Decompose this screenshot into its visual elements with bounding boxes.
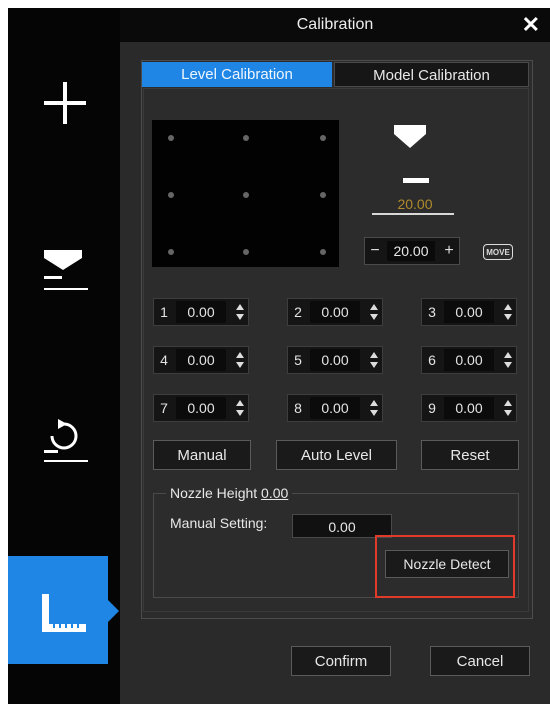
point-field-6: 6 0.00 bbox=[421, 346, 517, 374]
manual-setting-label: Manual Setting: bbox=[170, 515, 268, 531]
move-button[interactable]: MOVE bbox=[483, 244, 513, 260]
spin-arrows-icon[interactable] bbox=[370, 304, 378, 320]
spin-arrows-icon[interactable] bbox=[504, 400, 512, 416]
bed-level-icon bbox=[403, 178, 429, 183]
spin-arrows-icon[interactable] bbox=[236, 400, 244, 416]
top-margin bbox=[0, 0, 550, 8]
point-index: 4 bbox=[160, 352, 168, 368]
bed-preview bbox=[152, 120, 339, 267]
level-ruler-icon[interactable] bbox=[38, 590, 90, 638]
point-index: 2 bbox=[294, 304, 302, 320]
point-value-input[interactable]: 0.00 bbox=[444, 301, 494, 323]
nozzle-height-label: Nozzle Height bbox=[170, 485, 258, 501]
point-field-3: 3 0.00 bbox=[421, 298, 517, 326]
nozzle-icon bbox=[394, 125, 426, 148]
nozzle-height-legend: Nozzle Height 0.00 bbox=[166, 485, 293, 501]
point-value-input[interactable]: 0.00 bbox=[444, 349, 494, 371]
point-field-9: 9 0.00 bbox=[421, 394, 517, 422]
point-field-1: 1 0.00 bbox=[153, 298, 249, 326]
tab-model-calibration[interactable]: Model Calibration bbox=[334, 62, 529, 87]
spin-arrows-icon[interactable] bbox=[370, 352, 378, 368]
probe-point-dot bbox=[243, 249, 249, 255]
spin-arrows-icon[interactable] bbox=[236, 304, 244, 320]
height-stepper: − 20.00 + bbox=[364, 237, 460, 265]
increase-button[interactable]: + bbox=[439, 238, 459, 264]
reset-button[interactable]: Reset bbox=[421, 440, 519, 470]
point-value-input[interactable]: 0.00 bbox=[176, 397, 226, 419]
probe-point-dot bbox=[320, 192, 326, 198]
probe-point-dot bbox=[168, 249, 174, 255]
plus-icon[interactable] bbox=[42, 80, 88, 126]
height-underline bbox=[372, 213, 454, 215]
nozzle-height-value: 0.00 bbox=[261, 485, 289, 501]
spin-arrows-icon[interactable] bbox=[236, 352, 244, 368]
point-index: 5 bbox=[294, 352, 302, 368]
point-value-input[interactable]: 0.00 bbox=[310, 397, 360, 419]
point-field-5: 5 0.00 bbox=[287, 346, 383, 374]
decrease-button[interactable]: − bbox=[365, 238, 385, 264]
probe-point-dot bbox=[168, 135, 174, 141]
point-index: 9 bbox=[428, 400, 436, 416]
point-field-7: 7 0.00 bbox=[153, 394, 249, 422]
point-value-input[interactable]: 0.00 bbox=[176, 301, 226, 323]
probe-point-dot bbox=[168, 192, 174, 198]
probe-point-dot bbox=[320, 135, 326, 141]
point-field-8: 8 0.00 bbox=[287, 394, 383, 422]
point-index: 3 bbox=[428, 304, 436, 320]
nozzle-detect-button[interactable]: Nozzle Detect bbox=[385, 550, 509, 578]
probe-point-dot bbox=[243, 192, 249, 198]
rotate-reset-icon[interactable] bbox=[40, 418, 92, 466]
spin-arrows-icon[interactable] bbox=[370, 400, 378, 416]
spin-arrows-icon[interactable] bbox=[504, 304, 512, 320]
point-index: 8 bbox=[294, 400, 302, 416]
point-index: 1 bbox=[160, 304, 168, 320]
window-title: Calibration bbox=[296, 16, 374, 33]
point-value-input[interactable]: 0.00 bbox=[310, 349, 360, 371]
height-value: 20.00 bbox=[397, 196, 433, 212]
spin-arrows-icon[interactable] bbox=[504, 352, 512, 368]
point-value-input[interactable]: 0.00 bbox=[176, 349, 226, 371]
probe-point-dot bbox=[243, 135, 249, 141]
point-field-2: 2 0.00 bbox=[287, 298, 383, 326]
point-value-input[interactable]: 0.00 bbox=[310, 301, 360, 323]
probe-point-dot bbox=[320, 249, 326, 255]
nozzle-height-icon[interactable] bbox=[40, 246, 92, 296]
point-index: 7 bbox=[160, 400, 168, 416]
active-item-pointer bbox=[108, 600, 119, 622]
tab-level-calibration[interactable]: Level Calibration bbox=[142, 62, 332, 87]
point-index: 6 bbox=[428, 352, 436, 368]
confirm-button[interactable]: Confirm bbox=[291, 646, 391, 676]
point-value-input[interactable]: 0.00 bbox=[444, 397, 494, 419]
close-icon[interactable]: ✕ bbox=[522, 12, 540, 38]
manual-button[interactable]: Manual bbox=[153, 440, 251, 470]
title-bar: Calibration ✕ bbox=[120, 8, 550, 42]
auto-level-button[interactable]: Auto Level bbox=[276, 440, 397, 470]
height-stepper-value[interactable]: 20.00 bbox=[387, 241, 435, 261]
point-field-4: 4 0.00 bbox=[153, 346, 249, 374]
cancel-button[interactable]: Cancel bbox=[430, 646, 530, 676]
